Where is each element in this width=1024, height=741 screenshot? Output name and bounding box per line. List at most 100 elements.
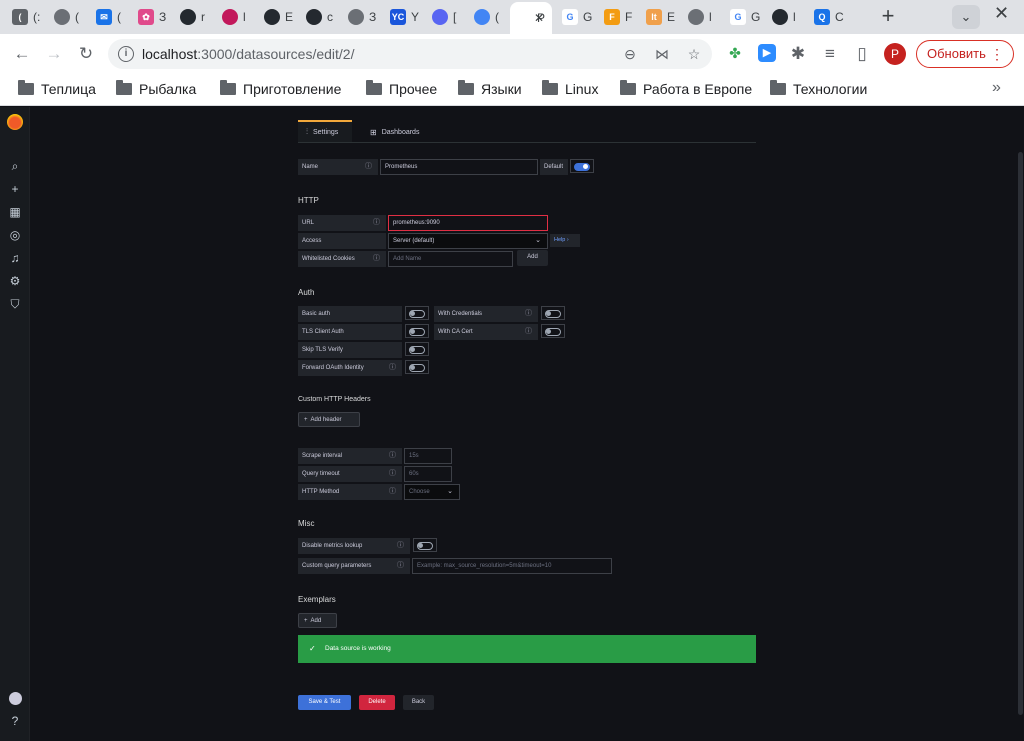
skip-tls-verify-toggle[interactable] bbox=[405, 342, 429, 356]
browser-tab[interactable]: ✉( bbox=[90, 4, 128, 30]
help-icon[interactable]: ? bbox=[7, 713, 23, 729]
help-button[interactable]: Help › bbox=[550, 234, 580, 247]
access-select[interactable]: Server (default) ⌄ bbox=[388, 233, 548, 249]
window-close-button[interactable]: ✕ bbox=[994, 3, 1009, 24]
browser-tab[interactable]: ((:🔊 bbox=[6, 4, 44, 30]
tab-favicon-icon bbox=[54, 9, 70, 25]
info-icon[interactable]: ⓘ bbox=[365, 159, 372, 175]
dashboards-grid-icon[interactable]: ▦ bbox=[7, 204, 23, 220]
info-icon[interactable]: ⓘ bbox=[389, 360, 396, 376]
forward-arrow-icon[interactable]: → bbox=[42, 42, 66, 66]
scrollbar[interactable] bbox=[1018, 152, 1023, 715]
info-icon[interactable]: ⓘ bbox=[397, 538, 404, 554]
url-text[interactable]: localhost:3000/datasources/edit/2/ bbox=[142, 46, 355, 62]
url-input[interactable]: prometheus:9090 bbox=[388, 215, 548, 231]
bookmark-folder[interactable]: Языки bbox=[458, 79, 522, 99]
configuration-gear-icon[interactable]: ⚙ bbox=[7, 273, 23, 289]
tls-client-auth-toggle[interactable] bbox=[405, 324, 429, 338]
alerting-bell-icon[interactable]: ♫ bbox=[7, 250, 23, 266]
custom-query-params-input[interactable]: Example: max_source_resolution=5m&timeou… bbox=[412, 558, 612, 574]
user-avatar[interactable] bbox=[9, 692, 22, 705]
bookmark-folder[interactable]: Linux bbox=[542, 79, 598, 99]
browser-tab[interactable]: QC bbox=[808, 4, 846, 30]
browser-tab[interactable]: GG bbox=[556, 4, 594, 30]
update-button[interactable]: Обновить ⋮ bbox=[916, 40, 1014, 68]
zoom-extension-icon[interactable]: ▶ bbox=[758, 44, 776, 62]
site-info-icon[interactable]: i bbox=[118, 46, 134, 62]
add-cookie-button[interactable]: Add bbox=[517, 250, 548, 266]
search-icon[interactable]: ⌕ bbox=[7, 158, 23, 174]
info-icon[interactable]: ⓘ bbox=[373, 251, 380, 267]
with-credentials-label: With Credentials ⓘ bbox=[434, 306, 538, 322]
browser-tab[interactable]: YC Y bbox=[384, 4, 422, 30]
explore-compass-icon[interactable]: ◎ bbox=[7, 227, 23, 243]
bookmark-folder[interactable]: Технологии bbox=[770, 79, 867, 99]
browser-tab[interactable]: FF bbox=[598, 4, 636, 30]
server-admin-shield-icon[interactable]: ⛉ bbox=[7, 296, 23, 312]
browser-tab[interactable]: [ bbox=[426, 4, 464, 30]
info-icon[interactable]: ⓘ bbox=[389, 448, 396, 464]
tab-title: (: bbox=[33, 10, 41, 24]
bookmark-star-icon[interactable]: ☆ bbox=[684, 44, 704, 64]
tab-settings[interactable]: ⫶ Settings bbox=[298, 120, 352, 142]
reading-list-icon[interactable]: ≡ bbox=[818, 42, 842, 66]
info-icon[interactable]: ⓘ bbox=[373, 215, 380, 231]
forward-oauth-toggle[interactable] bbox=[405, 360, 429, 374]
add-header-button[interactable]: + Add header bbox=[298, 412, 360, 427]
share-icon[interactable]: ⋈ bbox=[652, 44, 672, 64]
create-plus-icon[interactable]: + bbox=[7, 181, 23, 197]
http-method-select[interactable]: Choose ⌄ bbox=[404, 484, 460, 500]
default-toggle[interactable] bbox=[570, 159, 594, 173]
with-ca-cert-toggle[interactable] bbox=[541, 324, 565, 338]
profile-avatar[interactable]: P bbox=[884, 43, 906, 65]
side-panel-icon[interactable]: ▯ bbox=[850, 42, 874, 66]
browser-tab[interactable]: ( bbox=[48, 4, 86, 30]
with-credentials-toggle[interactable] bbox=[541, 306, 565, 320]
browser-tab[interactable]: ✿ З bbox=[132, 4, 170, 30]
info-icon[interactable]: ⓘ bbox=[525, 324, 532, 340]
tab-dashboards[interactable]: ⊞ Dashboards bbox=[362, 122, 419, 142]
browser-tab[interactable]: r bbox=[174, 4, 212, 30]
disable-metrics-lookup-toggle[interactable] bbox=[413, 538, 437, 552]
info-icon[interactable]: ⓘ bbox=[389, 484, 396, 500]
info-icon[interactable]: ⓘ bbox=[525, 306, 532, 322]
cookie-name-input[interactable]: Add Name bbox=[388, 251, 513, 267]
grafana-logo-icon[interactable] bbox=[7, 114, 23, 130]
bookmark-folder[interactable]: Рыбалка bbox=[116, 79, 196, 99]
bookmark-folder[interactable]: Теплица bbox=[18, 79, 96, 99]
bookmark-folder[interactable]: Прочее bbox=[366, 79, 437, 99]
back-arrow-icon[interactable]: ← bbox=[10, 42, 34, 66]
save-test-button[interactable]: Save & Test bbox=[298, 695, 351, 710]
browser-tab[interactable]: ( bbox=[468, 4, 506, 30]
bookmark-folder[interactable]: Работа в Европе bbox=[620, 79, 752, 99]
scrape-interval-input[interactable]: 15s bbox=[404, 448, 452, 464]
name-label: Name ⓘ bbox=[298, 159, 378, 175]
reload-icon[interactable]: ↻ bbox=[74, 42, 98, 66]
extensions-puzzle-icon[interactable]: ✱ bbox=[786, 42, 810, 66]
new-tab-button[interactable]: + bbox=[874, 4, 902, 30]
name-input[interactable]: Prometheus bbox=[380, 159, 538, 175]
delete-button[interactable]: Delete bbox=[359, 695, 395, 710]
query-timeout-input[interactable]: 60s bbox=[404, 466, 452, 482]
browser-tab[interactable]: c bbox=[300, 4, 338, 30]
browser-tab[interactable]: E bbox=[258, 4, 296, 30]
browser-tab[interactable]: З bbox=[342, 4, 380, 30]
browser-tab[interactable]: l bbox=[682, 4, 720, 30]
basic-auth-toggle[interactable] bbox=[405, 306, 429, 320]
back-button[interactable]: Back bbox=[403, 695, 434, 710]
browser-tab[interactable]: l bbox=[216, 4, 254, 30]
browser-tab[interactable]: l bbox=[766, 4, 804, 30]
address-bar[interactable]: i localhost:3000/datasources/edit/2/ ⊖ ⋈… bbox=[108, 39, 712, 69]
add-exemplar-button[interactable]: + Add bbox=[298, 613, 337, 628]
info-icon[interactable]: ⓘ bbox=[397, 558, 404, 574]
browser-tab[interactable]: GG bbox=[724, 4, 762, 30]
close-tab-icon[interactable]: ✕ bbox=[534, 11, 544, 25]
info-icon[interactable]: ⓘ bbox=[389, 466, 396, 482]
browser-tab[interactable]: lt E bbox=[640, 4, 678, 30]
color-picker-extension-icon[interactable]: ✤ bbox=[726, 44, 744, 62]
browser-tab[interactable]: P ✕ bbox=[510, 2, 552, 34]
tab-search-button[interactable]: ⌄ bbox=[952, 5, 980, 29]
bookmarks-overflow-button[interactable]: » bbox=[992, 79, 1001, 97]
zoom-out-icon[interactable]: ⊖ bbox=[620, 44, 640, 64]
bookmark-folder[interactable]: Приготовление bbox=[220, 79, 341, 99]
